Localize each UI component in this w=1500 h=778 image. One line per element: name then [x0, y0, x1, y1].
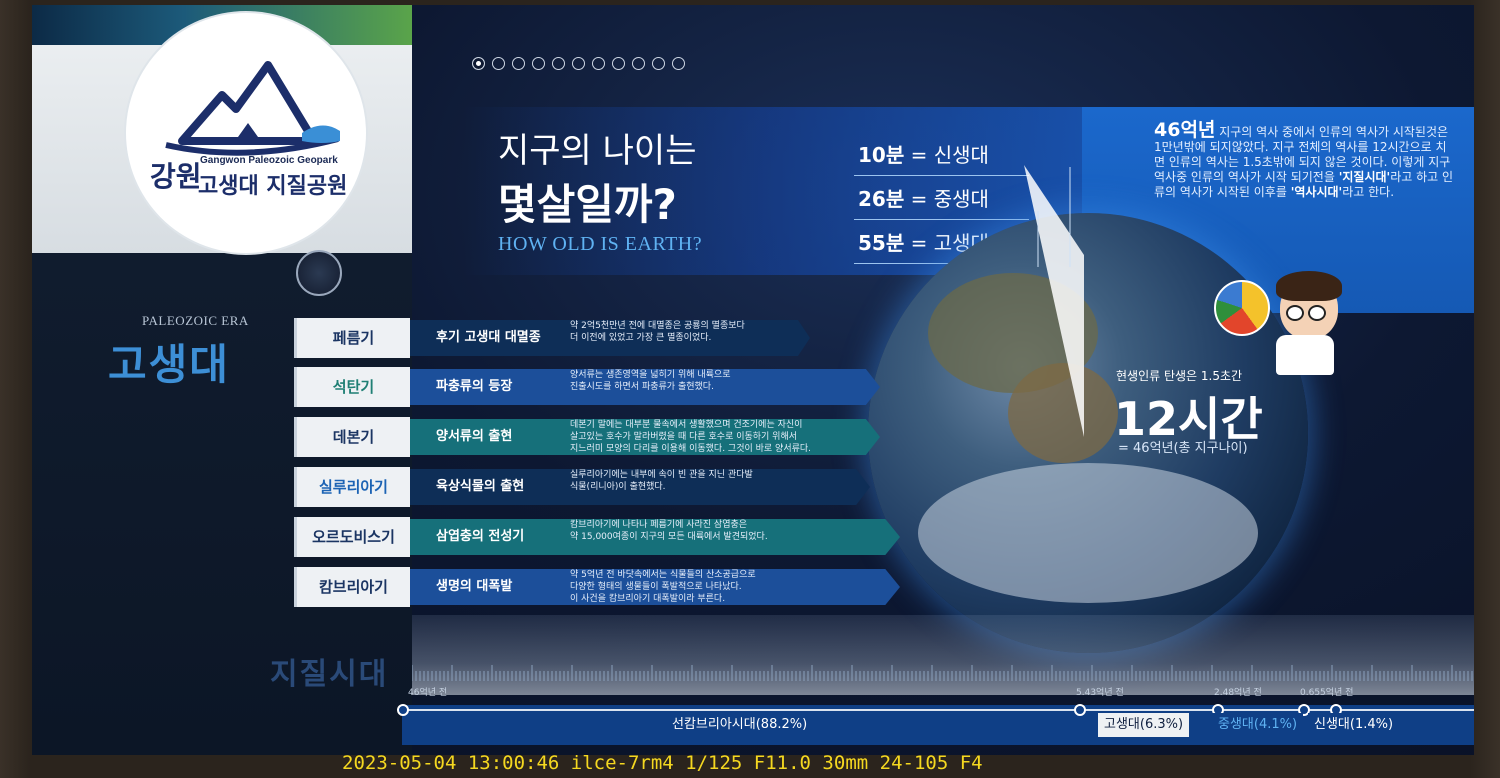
period-description: 실루리아기에는 내부에 속이 빈 관을 지닌 관다발 식물(리니아)이 출현했다…	[570, 470, 753, 492]
earth-age-equivalent: = 46억년(총 지구나이)	[1118, 441, 1248, 456]
timeline-node-start	[397, 704, 409, 716]
period-event: 생명의 대폭발	[436, 579, 513, 594]
mesozoic-share: 중생대(4.1%)	[1212, 713, 1304, 737]
mascot-body	[1276, 335, 1334, 375]
period-tab[interactable]: 데본기	[294, 417, 410, 457]
paleozoic-share: 고생대(6.3%)	[1098, 713, 1190, 737]
period-event: 육상식물의 출현	[436, 479, 525, 494]
ruler-label-mesozoic: 2.48억년 전	[1214, 688, 1262, 698]
period-row: 데본기 양서류의 출현 데본기 말에는 대부분 물속에서 생활했으며 건조기에는 자…	[294, 417, 1122, 457]
period-description: 양서류는 생존영역을 넓히기 위해 내륙으로 진출시도를 하면서 파충류가 출현…	[570, 370, 731, 392]
period-event: 양서류의 출현	[436, 429, 513, 444]
ruler-label-cenozoic: 0.655억년 전	[1300, 688, 1354, 698]
ruler-label-paleozoic: 5.43억년 전	[1076, 688, 1124, 698]
period-description: 데본기 말에는 대부분 물속에서 생활했으며 건조기에는 자신이 살고있는 호수…	[570, 420, 812, 454]
time-ruler	[412, 665, 1473, 681]
period-row: 캄브리아기 생명의 대폭발 약 5억년 전 바닷속에서는 식물들의 산소공급으로 다…	[294, 567, 1122, 607]
period-event: 삼엽충의 전성기	[436, 529, 525, 544]
period-row: 페름기 후기 고생대 대멸종 약 2억5천만년 전에 대멸종은 공룡의 멸종보다 더…	[294, 318, 1122, 358]
earth-layers-icon	[1214, 280, 1270, 336]
timeline-line	[402, 709, 1474, 711]
period-row: 실루리아기 육상식물의 출현 실루리아기에는 내부에 속이 빈 관을 지닌 관다발 …	[294, 467, 1122, 507]
timeline-node-paleozoic	[1074, 704, 1086, 716]
mascot-hair	[1276, 271, 1342, 301]
period-tab[interactable]: 석탄기	[294, 367, 410, 407]
period-tab[interactable]: 오르도비스기	[294, 517, 410, 557]
period-tab[interactable]: 캄브리아기	[294, 567, 410, 607]
period-row: 오르도비스기 삼엽충의 전성기 캄브리아기에 나타나 페름기에 사라진 삼엽충은 약…	[294, 517, 1122, 557]
period-tab[interactable]: 페름기	[294, 318, 410, 358]
period-event: 파충류의 등장	[436, 379, 513, 394]
cenozoic-share: 신생대(1.4%)	[1308, 713, 1400, 737]
mascot-glasses-right	[1308, 305, 1326, 321]
period-event: 후기 고생대 대멸종	[436, 330, 541, 345]
human-note: 현생인류 탄생은 1.5초간	[1116, 369, 1243, 383]
period-description: 약 5억년 전 바닷속에서는 식물들의 산소공급으로 다양한 형태의 생물들이 …	[570, 570, 756, 604]
mascot-glasses-left	[1286, 305, 1304, 321]
period-description: 캄브리아기에 나타나 페름기에 사라진 삼엽충은 약 15,000여종이 지구의…	[570, 520, 768, 542]
cloud-ridge	[412, 615, 1474, 695]
period-row: 석탄기 파충류의 등장 양서류는 생존영역을 넓히기 위해 내륙으로 진출시도를 하…	[294, 367, 1122, 407]
period-description: 약 2억5천만년 전에 대멸종은 공룡의 멸종보다 더 이전에 있었고 가장 큰…	[570, 321, 745, 343]
photo-timestamp: 2023-05-04 13:00:46 ilce-7rm4 1/125 F11.…	[342, 752, 983, 774]
period-tab[interactable]: 실루리아기	[294, 467, 410, 507]
precambrian-label: 선캄브리아시대(88.2%)	[672, 717, 808, 732]
ruler-label-start: 46억년 전	[408, 688, 448, 698]
info-board: 강원 Gangwon Paleozoic Geopark 고생대 지질공원 PA…	[32, 5, 1474, 755]
